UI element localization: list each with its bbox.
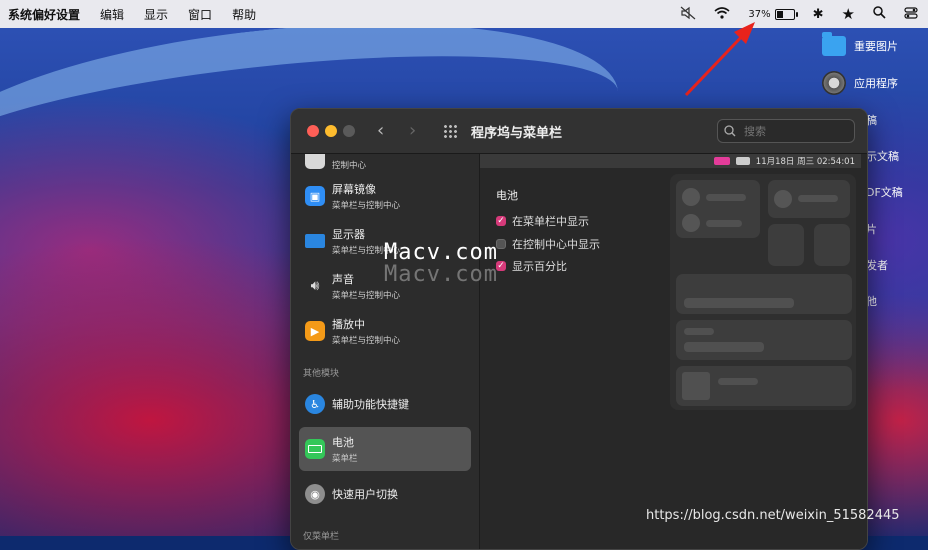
sidebar-section-other: 其他模块 [303,369,340,379]
option-label: 在菜单栏中显示 [512,215,589,228]
battery-preview-icon [713,157,730,165]
accessibility-icon: ♿︎ [305,394,325,414]
user-switch-icon: ◉ [305,484,325,504]
preview-tile [768,224,804,266]
window-title: 程序坞与菜单栏 [471,126,563,141]
search-field[interactable] [717,119,855,143]
display-icon [305,234,325,248]
checkbox-checked-icon[interactable]: ✓ [496,216,506,226]
sidebar-item-now-playing[interactable]: ▶ 播放中菜单栏与控制中心 [299,309,471,353]
battery-settings-pane: 11月18日 周三 02:54:01 电池 ✓ 在菜单栏中显示 在控制中心中显示… [480,154,867,549]
battery-icon [305,439,325,459]
preview-tile [814,224,850,266]
user-preview-icon [735,157,750,165]
option-label: 显示百分比 [512,260,567,273]
control-center-module-icon [305,154,325,169]
sidebar-item-label: 辅助功能快捷键 [332,398,409,411]
source-credit-text: https://blog.csdn.net/weixin_51582445 [646,508,900,523]
sidebar-item-partial[interactable]: 控制中心 [299,154,471,174]
option-label: 在控制中心中显示 [512,238,600,251]
sidebar-item-sub: 菜单栏与控制中心 [332,336,401,346]
sidebar-item-label: 电池 [332,436,354,449]
zoom-button[interactable] [343,125,355,137]
control-center-preview [670,174,856,410]
sidebar-item-sub: 菜单栏 [332,454,358,464]
sidebar-item-sub: 菜单栏与控制中心 [332,291,401,301]
sidebar-item-screen-mirroring[interactable]: ▣ 屏幕镜像菜单栏与控制中心 [299,174,471,218]
sidebar-item-sub: 菜单栏与控制中心 [332,201,401,211]
sidebar-item-label: 快速用户切换 [332,488,398,501]
sidebar-item-label: 屏幕镜像 [332,183,376,196]
show-all-grid-icon[interactable] [443,124,457,138]
sidebar-item-accessibility-shortcuts[interactable]: ♿︎ 辅助功能快捷键 [299,382,471,426]
sound-icon: 🔊︎ [310,278,320,294]
preview-tile [676,274,852,314]
preview-tile [768,180,850,218]
sidebar: 控制中心 ▣ 屏幕镜像 菜单栏与控制中心 显示器 菜单栏与控制中心 🔊︎ 声音 菜单栏… [291,154,480,549]
preview-tile [676,366,852,406]
preview-tile [676,180,760,238]
close-button[interactable] [307,125,319,137]
window-titlebar: ‹ › 程序坞与菜单栏 [291,109,867,154]
back-chevron-icon[interactable]: ‹ [377,120,384,141]
search-input[interactable] [742,123,846,139]
forward-chevron-icon[interactable]: › [409,120,416,141]
option-show-percentage[interactable]: ✓ 显示百分比 [496,258,567,274]
option-show-in-control-center[interactable]: 在控制中心中显示 [496,236,600,252]
sidebar-item-battery[interactable]: 电池 菜单栏 [299,427,471,471]
pane-title: 电池 [496,189,518,202]
sidebar-item-sub: 控制中心 [332,161,367,171]
minimize-button[interactable] [325,125,337,137]
preview-datetime: 11月18日 周三 02:54:01 [755,157,855,167]
preferences-window: ‹ › 程序坞与菜单栏 控制中心 ▣ 屏幕镜像菜单栏与控制中心 显示器菜单栏与控… [290,108,868,550]
now-playing-icon: ▶ [305,321,325,341]
sidebar-item-fast-user-switching[interactable]: ◉ 快速用户切换 [299,472,471,516]
preview-tile [676,320,852,360]
screen-mirroring-icon: ▣ [305,186,325,206]
menubar-preview: 11月18日 周三 02:54:01 [480,154,861,168]
search-icon [724,125,736,137]
option-show-in-menubar[interactable]: ✓ 在菜单栏中显示 [496,213,589,229]
watermark-text-faded: Macv.com [384,262,498,287]
sidebar-item-label: 播放中 [332,318,365,331]
